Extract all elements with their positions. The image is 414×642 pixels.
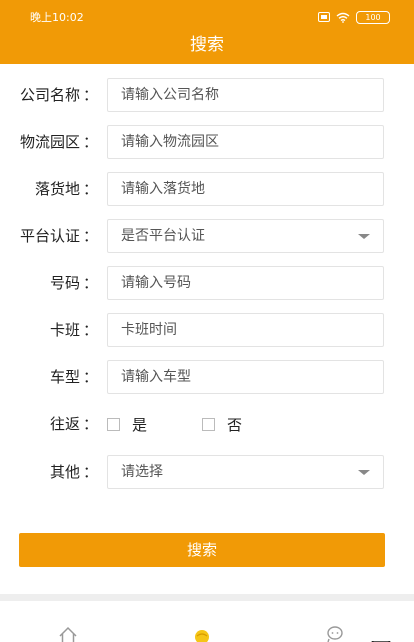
vehicle-type-input[interactable] [108,361,383,393]
search-screen: 晚上10:02 100 搜索 公司名称 ： 请输入公司名称 物流园区 ： 请输入… [0,0,414,642]
company-name-row: 公司名称： [0,78,414,112]
bottom-tab-bar [0,601,414,642]
platform-cert-value: 是否平台认证 [121,228,205,244]
round-trip-yes-checkbox[interactable] [107,417,120,431]
schedule-label: 卡班： [49,321,98,339]
round-trip-yes-option[interactable]: 是 [107,407,147,441]
status-icons: 100 [318,9,390,25]
company-name-input[interactable] [108,79,383,111]
status-time: 晚上10:02 [30,11,84,24]
home-icon[interactable] [58,626,78,642]
round-trip-no-option[interactable]: 否 [202,407,242,441]
unloading-place-row: 落货地： [0,172,414,206]
logistics-park-field [107,125,384,159]
vehicle-type-field [107,360,384,394]
round-trip-no-label: 否 [227,415,243,434]
vehicle-type-label: 车型： [49,368,98,386]
logistics-park-row: 物流园区： [0,125,414,159]
wifi-icon [336,12,350,23]
other-row: 其他： 请选择 [0,455,414,489]
header-bar: 晚上10:02 100 搜索 [0,0,414,64]
footer-divider [0,594,414,601]
company-name-label: 公司名称： [19,86,98,104]
schedule-input[interactable] [108,314,383,346]
profile-icon[interactable] [192,628,212,642]
chevron-down-icon [358,470,370,475]
other-label: 其他： [49,463,98,481]
phone-number-label: 号码： [49,274,98,292]
phone-number-field [107,266,384,300]
phone-number-row: 号码： [0,266,414,300]
battery-icon: 100 [356,10,390,24]
platform-cert-label: 平台认证： [19,227,98,245]
unloading-place-input[interactable] [108,173,383,205]
more-icon[interactable] [358,634,398,642]
unloading-place-field [107,172,384,206]
logistics-park-label: 物流园区： [19,133,98,151]
chevron-down-icon [358,234,370,239]
round-trip-yes-label: 是 [132,415,148,434]
status-bar: 晚上10:02 100 [0,0,414,30]
other-value: 请选择 [121,464,163,480]
round-trip-label: 往返： [49,415,98,433]
message-icon[interactable] [326,625,346,642]
search-button[interactable]: 搜索 [19,533,385,567]
platform-cert-select[interactable]: 是否平台认证 [107,219,384,253]
unloading-place-label: 落货地： [34,180,98,198]
sim-icon [318,12,330,22]
company-name-field [107,78,384,112]
logistics-park-input[interactable] [108,126,383,158]
schedule-row: 卡班： [0,313,414,347]
phone-number-input[interactable] [108,267,383,299]
schedule-field [107,313,384,347]
other-select[interactable]: 请选择 [107,455,384,489]
page-title: 搜索 [190,35,224,55]
platform-cert-row: 平台认证： 是否平台认证 [0,219,414,253]
round-trip-row: 往返： 是 否 [0,407,414,441]
round-trip-no-checkbox[interactable] [202,417,215,431]
vehicle-type-row: 车型： [0,360,414,394]
